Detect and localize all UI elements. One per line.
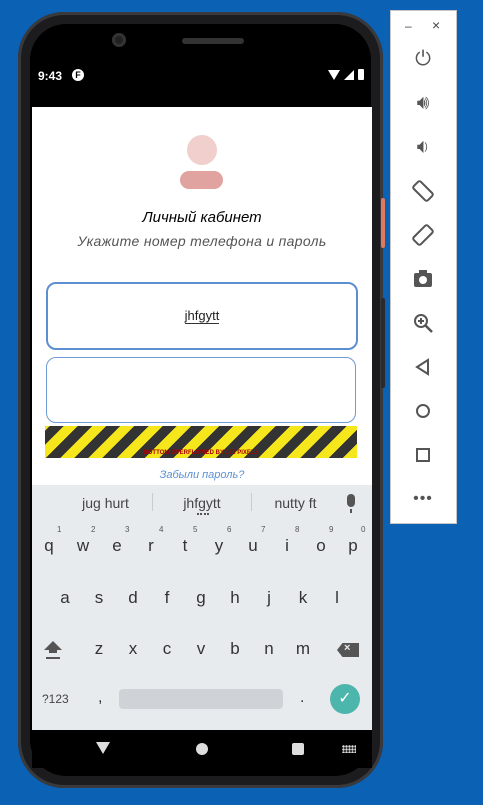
backspace-x-icon: × <box>344 642 351 654</box>
app-notification-icon: F <box>72 69 84 81</box>
suggestion-more-icon <box>197 513 209 517</box>
phone-field-value: jhfgytt <box>184 308 220 324</box>
rotate-right-icon[interactable] <box>411 223 435 247</box>
key-a[interactable]: a <box>50 588 80 608</box>
power-side-button <box>381 298 385 388</box>
suggestion-divider <box>152 493 153 511</box>
key-hint: 6 <box>227 525 232 534</box>
suggestion-2[interactable]: jhfgytt <box>162 495 242 511</box>
key-hint: 8 <box>295 525 300 534</box>
password-field[interactable] <box>46 357 356 423</box>
key-hint: 2 <box>91 525 96 534</box>
key-hint: 4 <box>159 525 164 534</box>
nav-home-icon[interactable] <box>196 743 208 755</box>
key-f[interactable]: f <box>152 588 182 608</box>
key-hint: 1 <box>57 525 62 534</box>
overflow-warning-text: BOTTOM OVERFLOWED BY 131 PIXELS <box>143 450 259 456</box>
key-e[interactable]: e <box>102 536 132 556</box>
key-h[interactable]: h <box>220 588 250 608</box>
page-subtitle: Укажите номер телефона и пароль <box>77 233 327 249</box>
front-camera-icon <box>112 33 126 47</box>
key-d[interactable]: d <box>118 588 148 608</box>
overflow-warning-stripes: BOTTOM OVERFLOWED BY 131 PIXELS <box>45 426 357 458</box>
wifi-icon <box>328 69 340 80</box>
key-u[interactable]: u <box>238 536 268 556</box>
status-bar: 9:43 F <box>32 64 372 88</box>
key-o[interactable]: o <box>306 536 336 556</box>
phone-field[interactable]: jhfgytt <box>46 282 358 350</box>
key-y[interactable]: y <box>204 536 234 556</box>
key-hint: 0 <box>361 525 366 534</box>
key-hint: 9 <box>329 525 334 534</box>
signal-icon <box>344 69 354 80</box>
page-title: Личный кабинет <box>142 209 262 226</box>
space-bar[interactable] <box>119 689 283 709</box>
overview-icon[interactable] <box>411 443 435 467</box>
key-hint: 7 <box>261 525 266 534</box>
comma-key[interactable]: , <box>98 689 102 707</box>
zoom-icon[interactable] <box>411 311 435 335</box>
enter-check-icon[interactable]: ✓ <box>330 684 360 714</box>
volume-down-icon[interactable]: 🔉︎ <box>411 135 435 159</box>
key-g[interactable]: g <box>186 588 216 608</box>
key-hint: 3 <box>125 525 130 534</box>
more-icon[interactable]: ••• <box>411 487 435 511</box>
battery-icon <box>358 69 364 80</box>
key-s[interactable]: s <box>84 588 114 608</box>
key-w[interactable]: w <box>68 536 98 556</box>
login-screen: Личный кабинет Укажите номер телефона и … <box>32 107 372 485</box>
keyboard-switch-icon[interactable] <box>342 745 356 753</box>
key-t[interactable]: t <box>170 536 200 556</box>
suggestion-divider <box>251 493 252 511</box>
key-hint: 5 <box>193 525 198 534</box>
key-q[interactable]: q <box>34 536 64 556</box>
symbols-key[interactable]: ?123 <box>42 692 69 706</box>
avatar-body-icon <box>180 171 223 189</box>
key-v[interactable]: v <box>186 639 216 659</box>
power-icon[interactable]: ⏻ <box>411 47 435 71</box>
home-icon[interactable] <box>411 399 435 423</box>
nav-recents-icon[interactable] <box>292 743 304 755</box>
suggestion-3[interactable]: nutty ft <box>258 495 333 511</box>
status-time: 9:43 <box>38 69 63 83</box>
microphone-icon[interactable] <box>347 494 355 513</box>
period-key[interactable]: . <box>300 689 304 707</box>
key-k[interactable]: k <box>288 588 318 608</box>
key-l[interactable]: l <box>322 588 352 608</box>
key-j[interactable]: j <box>254 588 284 608</box>
key-x[interactable]: x <box>118 639 148 659</box>
nav-back-icon[interactable] <box>96 742 110 754</box>
volume-rocker <box>381 198 385 248</box>
earpiece <box>182 38 244 44</box>
back-icon[interactable] <box>411 355 435 379</box>
forgot-password-link[interactable]: Забыли пароль? <box>32 469 372 481</box>
navigation-bar <box>32 730 372 768</box>
key-b[interactable]: b <box>220 639 250 659</box>
key-m[interactable]: m <box>288 639 318 659</box>
shift-icon[interactable] <box>44 640 62 660</box>
key-i[interactable]: i <box>272 536 302 556</box>
camera-icon[interactable] <box>411 267 435 291</box>
key-n[interactable]: n <box>254 639 284 659</box>
close-button[interactable]: × <box>432 17 440 33</box>
rotate-left-icon[interactable] <box>411 179 435 203</box>
key-r[interactable]: r <box>136 536 166 556</box>
minimize-button[interactable]: – <box>405 19 412 33</box>
key-p[interactable]: p <box>338 536 368 556</box>
avatar-head-icon <box>187 135 217 165</box>
soft-keyboard: jug hurt jhfgytt nutty ft 1 q 2 w 3 e 4 … <box>32 485 372 730</box>
suggestion-1[interactable]: jug hurt <box>68 495 143 511</box>
suggestion-strip: jug hurt jhfgytt nutty ft <box>32 485 372 521</box>
emulator-toolbar: – × ⏻ 🔊︎ 🔉︎ ••• <box>390 10 457 524</box>
key-c[interactable]: c <box>152 639 182 659</box>
volume-up-icon[interactable]: 🔊︎ <box>411 91 435 115</box>
key-z[interactable]: z <box>84 639 114 659</box>
